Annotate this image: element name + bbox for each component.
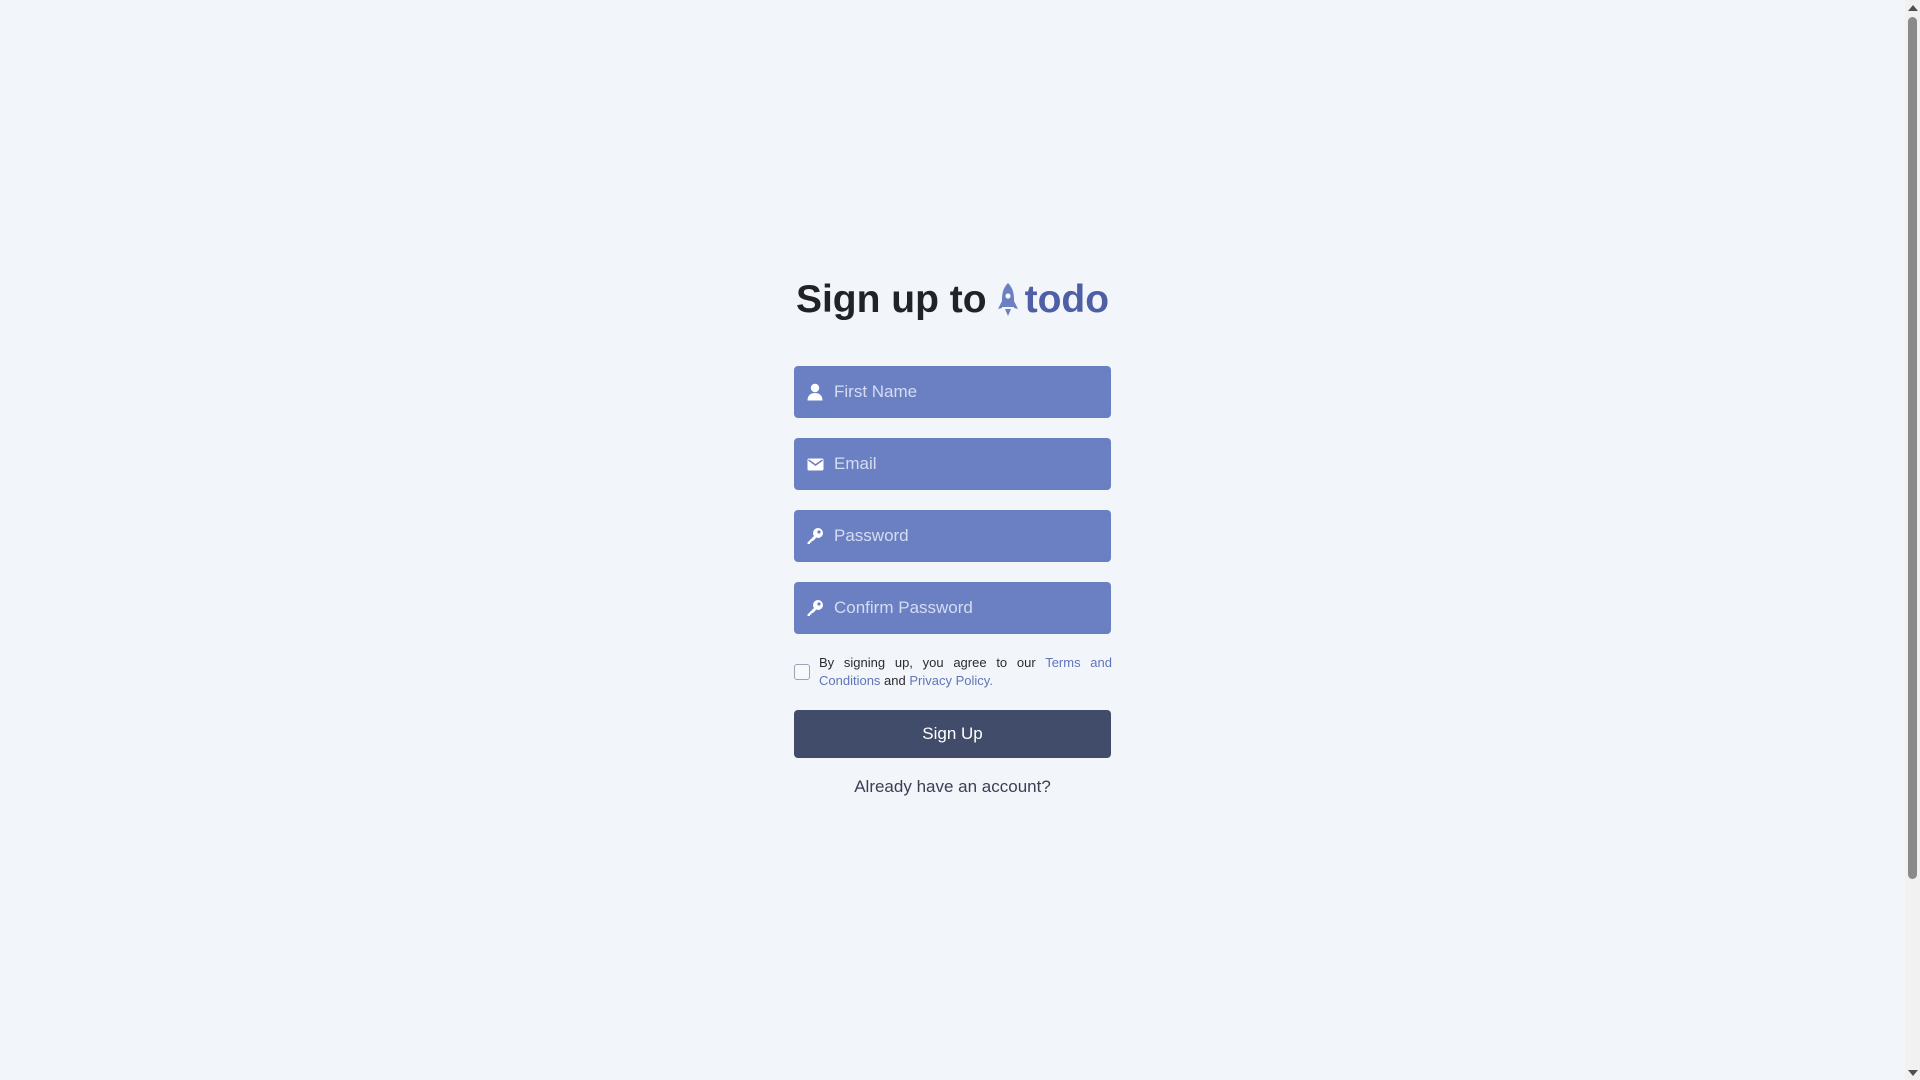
brand: todo [997,278,1109,322]
key-icon [806,527,824,545]
terms-text: By signing up, you agree to our Terms an… [819,654,1112,690]
rocket-icon [997,283,1018,316]
key-icon [806,599,824,617]
password-input[interactable] [834,516,1094,556]
confirm-password-field [794,582,1111,634]
email-input[interactable] [834,444,1094,484]
terms-agreement: By signing up, you agree to our Terms an… [794,654,1112,690]
title-prefix: Sign up to [795,278,987,321]
terms-text-after: . [989,673,993,688]
first-name-input[interactable] [834,372,1094,412]
scroll-down-arrow[interactable] [1905,1065,1920,1080]
privacy-link[interactable]: Privacy Policy [909,673,989,688]
page-title: Sign up to todo [770,270,1135,330]
scroll-thumb[interactable] [1908,17,1917,879]
user-icon [806,383,824,401]
page: Sign up to todo First Name Email By sign… [0,0,1905,1080]
email-field [794,438,1111,490]
vertical-scrollbar[interactable] [1905,0,1920,1080]
mail-icon [806,455,824,473]
sign-up-button[interactable]: Sign Up [794,710,1111,758]
password-field [794,510,1111,562]
terms-checkbox[interactable] [794,664,810,680]
terms-text-before: By signing up, you agree to our [819,655,1046,670]
login-link[interactable]: Already have an account? [794,777,1111,797]
scroll-up-arrow[interactable] [1905,0,1920,15]
brand-name: todo [1024,278,1110,321]
terms-text-middle: and [880,673,910,688]
first-name-field [794,366,1111,418]
confirm-password-input[interactable] [834,588,1094,628]
